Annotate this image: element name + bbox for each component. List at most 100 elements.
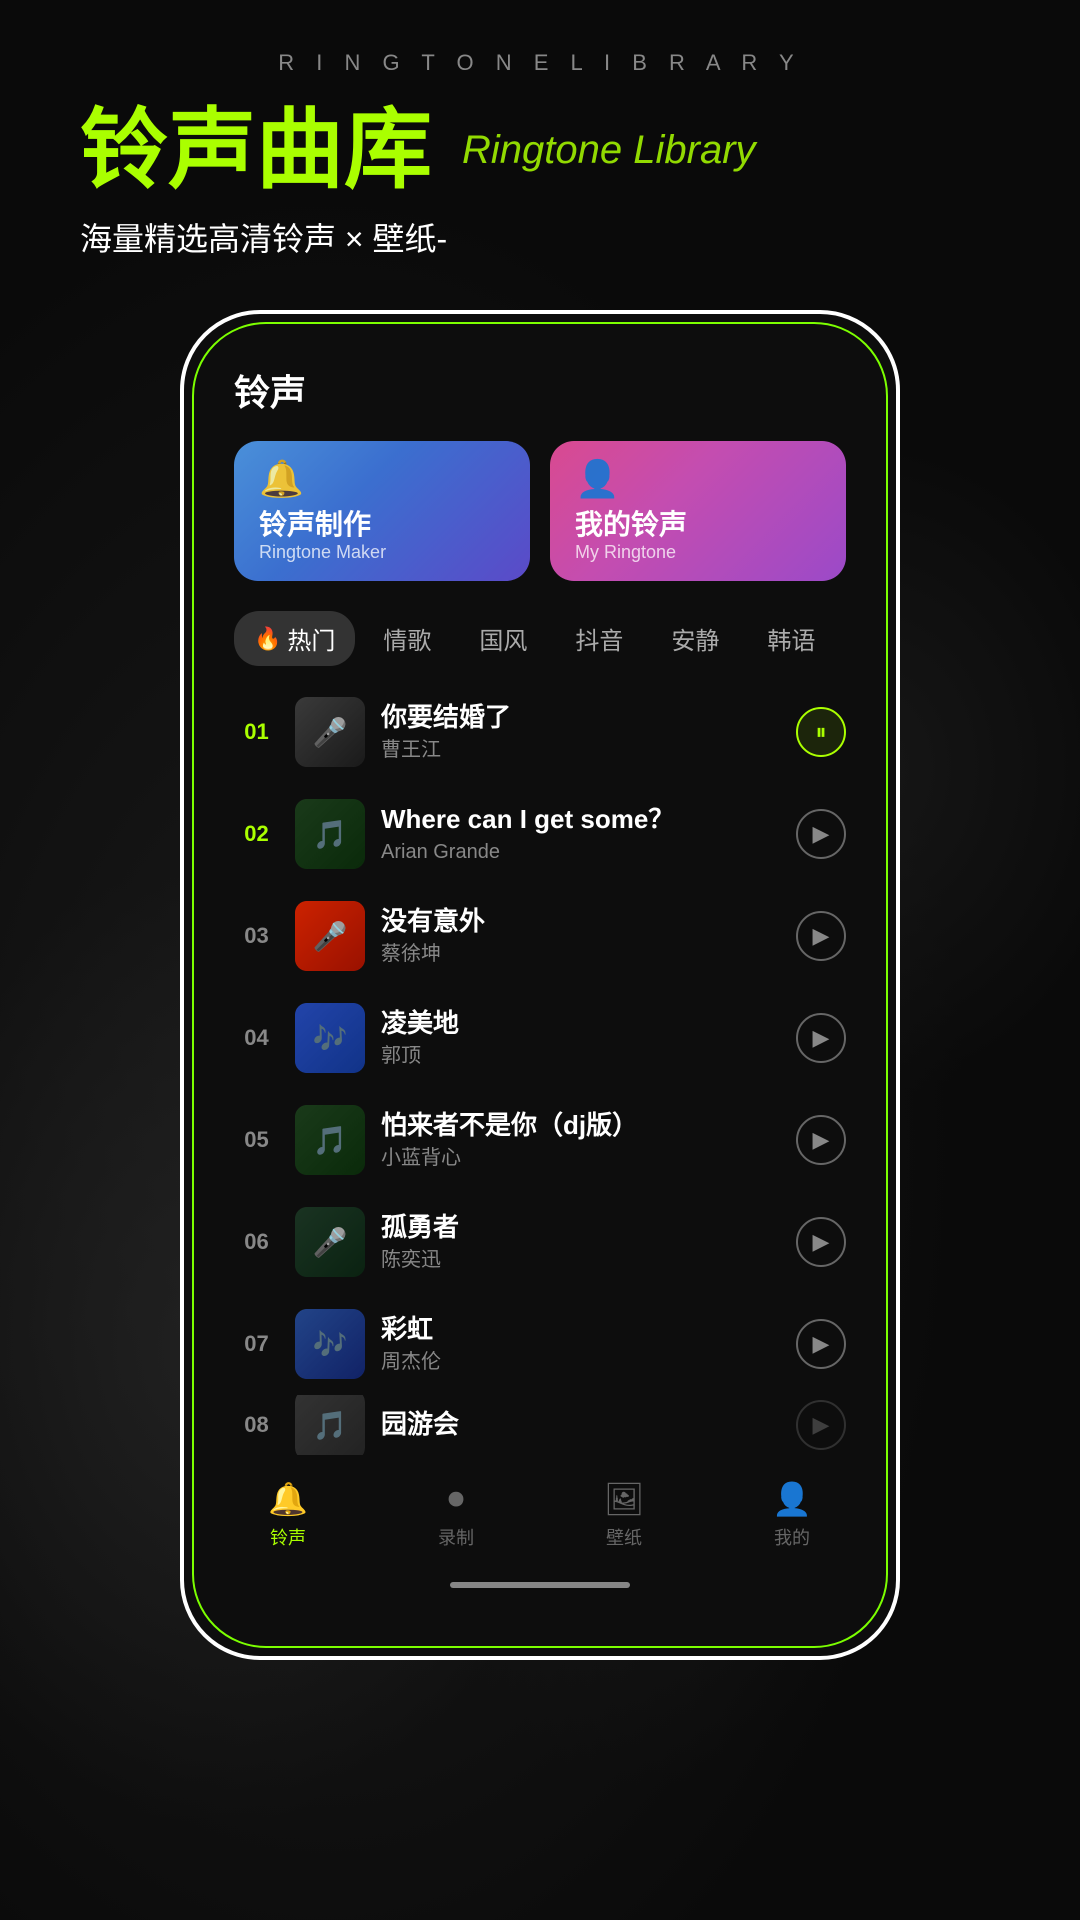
song-title-05: 怕来者不是你（dj版） bbox=[381, 1109, 780, 1143]
header-subtitle: R I N G T O N E L I B R A R Y bbox=[80, 50, 1000, 76]
song-play-button-03[interactable]: ▶ bbox=[796, 911, 846, 961]
song-number-04: 04 bbox=[234, 1025, 279, 1051]
home-indicator bbox=[184, 1570, 896, 1608]
ringtone-maker-label-en: Ringtone Maker bbox=[259, 542, 386, 564]
play-icon-03: ▶ bbox=[813, 923, 830, 949]
song-play-button-04[interactable]: ▶ bbox=[796, 1013, 846, 1063]
song-play-button-05[interactable]: ▶ bbox=[796, 1115, 846, 1165]
ringtone-maker-button[interactable]: 🔔 铃声制作 Ringtone Maker bbox=[234, 441, 530, 581]
song-info-05: 怕来者不是你（dj版） 小蓝背心 bbox=[381, 1109, 780, 1171]
song-play-button-01[interactable]: ⏸ bbox=[796, 707, 846, 757]
song-item-05[interactable]: 05 🎵 怕来者不是你（dj版） 小蓝背心 ▶ bbox=[224, 1089, 856, 1191]
song-title-03: 没有意外 bbox=[381, 905, 780, 939]
song-title-02: Where can I get some？ bbox=[381, 803, 780, 837]
song-item-03[interactable]: 03 🎤 没有意外 蔡徐坤 ▶ bbox=[224, 885, 856, 987]
play-icon-04: ▶ bbox=[813, 1025, 830, 1051]
song-thumb-01: 🎤 bbox=[295, 697, 365, 767]
nav-item-mine[interactable]: 👤 我的 bbox=[708, 1480, 876, 1550]
category-tabs: 🔥 热门 情歌 国风 抖音 安静 韩语 bbox=[214, 611, 866, 666]
my-ringtone-label-en: My Ringtone bbox=[575, 542, 676, 564]
ringtone-maker-icon: 🔔 bbox=[259, 458, 304, 500]
song-number-07: 07 bbox=[234, 1331, 279, 1357]
song-number-01: 01 bbox=[234, 719, 279, 745]
phone-container: 铃声 🔔 铃声制作 Ringtone Maker 👤 我的铃声 My Ringt… bbox=[0, 310, 1080, 1660]
song-number-06: 06 bbox=[234, 1229, 279, 1255]
song-number-05: 05 bbox=[234, 1127, 279, 1153]
play-icon-07: ▶ bbox=[813, 1331, 830, 1357]
nav-ringtone-icon: 🔔 bbox=[268, 1480, 308, 1518]
title-chinese: 铃声曲库 bbox=[80, 106, 432, 194]
nav-record-label: 录制 bbox=[438, 1524, 474, 1550]
nav-wallpaper-label: 壁纸 bbox=[606, 1524, 642, 1550]
my-ringtone-label-cn: 我的铃声 bbox=[575, 508, 687, 542]
song-item-04[interactable]: 04 🎶 凌美地 郭顶 ▶ bbox=[224, 987, 856, 1089]
tab-hot[interactable]: 🔥 热门 bbox=[234, 611, 355, 666]
song-artist-04: 郭顶 bbox=[381, 1043, 780, 1069]
nav-mine-icon: 👤 bbox=[772, 1480, 812, 1518]
song-play-button-02[interactable]: ▶ bbox=[796, 809, 846, 859]
song-artist-01: 曹王江 bbox=[381, 737, 780, 763]
song-title-01: 你要结婚了 bbox=[381, 701, 780, 735]
ringtone-maker-label-cn: 铃声制作 bbox=[259, 508, 371, 542]
bottom-nav: 🔔 铃声 ⏺ 录制 🖼 壁纸 👤 我的 bbox=[184, 1465, 896, 1570]
my-ringtone-button[interactable]: 👤 我的铃声 My Ringtone bbox=[550, 441, 846, 581]
home-bar bbox=[450, 1582, 630, 1588]
header-description: 海量精选高清铃声 × 壁纸- bbox=[80, 214, 1000, 260]
song-thumb-08: 🎵 bbox=[295, 1395, 365, 1455]
song-title-07: 彩虹 bbox=[381, 1313, 780, 1347]
phone-mockup: 铃声 🔔 铃声制作 Ringtone Maker 👤 我的铃声 My Ringt… bbox=[180, 310, 900, 1660]
song-artist-02: Arian Grande bbox=[381, 839, 780, 865]
section-title: 铃声 bbox=[214, 364, 866, 416]
song-item-02[interactable]: 02 🎵 Where can I get some？ Arian Grande … bbox=[224, 783, 856, 885]
phone-content: 铃声 🔔 铃声制作 Ringtone Maker 👤 我的铃声 My Ringt… bbox=[184, 314, 896, 1455]
nav-mine-label: 我的 bbox=[774, 1524, 810, 1550]
song-info-02: Where can I get some？ Arian Grande bbox=[381, 803, 780, 865]
song-info-01: 你要结婚了 曹王江 bbox=[381, 701, 780, 763]
play-icon-02: ▶ bbox=[813, 821, 830, 847]
tab-love[interactable]: 情歌 bbox=[363, 611, 451, 666]
title-row: 铃声曲库 Ringtone Library bbox=[80, 106, 1000, 194]
header: R I N G T O N E L I B R A R Y 铃声曲库 Ringt… bbox=[0, 0, 1080, 280]
fire-icon: 🔥 bbox=[254, 626, 281, 652]
tab-douyin[interactable]: 抖音 bbox=[555, 611, 643, 666]
song-item-08-partial[interactable]: 08 🎵 园游会 ▶ bbox=[224, 1395, 856, 1455]
song-list: 01 🎤 你要结婚了 曹王江 ⏸ 02 🎵 bbox=[214, 681, 866, 1455]
song-play-button-08[interactable]: ▶ bbox=[796, 1400, 846, 1450]
song-play-button-06[interactable]: ▶ bbox=[796, 1217, 846, 1267]
song-title-08: 园游会 bbox=[381, 1408, 780, 1442]
nav-item-wallpaper[interactable]: 🖼 壁纸 bbox=[540, 1480, 708, 1550]
song-info-03: 没有意外 蔡徐坤 bbox=[381, 905, 780, 967]
nav-wallpaper-icon: 🖼 bbox=[604, 1480, 645, 1518]
song-artist-06: 陈奕迅 bbox=[381, 1247, 780, 1273]
song-artist-03: 蔡徐坤 bbox=[381, 941, 780, 967]
pause-icon-01: ⏸ bbox=[815, 719, 826, 745]
song-item-07[interactable]: 07 🎶 彩虹 周杰伦 ▶ bbox=[224, 1293, 856, 1395]
song-thumb-03: 🎤 bbox=[295, 901, 365, 971]
tab-chinese[interactable]: 国风 bbox=[459, 611, 547, 666]
song-thumb-05: 🎵 bbox=[295, 1105, 365, 1175]
play-icon-08: ▶ bbox=[813, 1412, 830, 1438]
tab-quiet[interactable]: 安静 bbox=[651, 611, 739, 666]
song-number-08: 08 bbox=[234, 1412, 279, 1438]
song-number-02: 02 bbox=[234, 821, 279, 847]
song-info-08: 园游会 bbox=[381, 1408, 780, 1442]
nav-item-record[interactable]: ⏺ 录制 bbox=[372, 1480, 540, 1550]
tab-korean[interactable]: 韩语 bbox=[747, 611, 835, 666]
song-thumb-07: 🎶 bbox=[295, 1309, 365, 1379]
song-number-03: 03 bbox=[234, 923, 279, 949]
song-artist-07: 周杰伦 bbox=[381, 1349, 780, 1375]
title-english: Ringtone Library bbox=[462, 128, 756, 173]
song-artist-05: 小蓝背心 bbox=[381, 1145, 780, 1171]
song-info-04: 凌美地 郭顶 bbox=[381, 1007, 780, 1069]
song-item-06[interactable]: 06 🎤 孤勇者 陈奕迅 ▶ bbox=[224, 1191, 856, 1293]
nav-ringtone-label: 铃声 bbox=[270, 1524, 306, 1550]
song-info-06: 孤勇者 陈奕迅 bbox=[381, 1211, 780, 1273]
song-item-01[interactable]: 01 🎤 你要结婚了 曹王江 ⏸ bbox=[224, 681, 856, 783]
song-info-07: 彩虹 周杰伦 bbox=[381, 1313, 780, 1375]
nav-record-icon: ⏺ bbox=[448, 1480, 464, 1518]
play-icon-06: ▶ bbox=[813, 1229, 830, 1255]
nav-item-ringtone[interactable]: 🔔 铃声 bbox=[204, 1480, 372, 1550]
song-play-button-07[interactable]: ▶ bbox=[796, 1319, 846, 1369]
song-thumb-02: 🎵 bbox=[295, 799, 365, 869]
song-thumb-04: 🎶 bbox=[295, 1003, 365, 1073]
